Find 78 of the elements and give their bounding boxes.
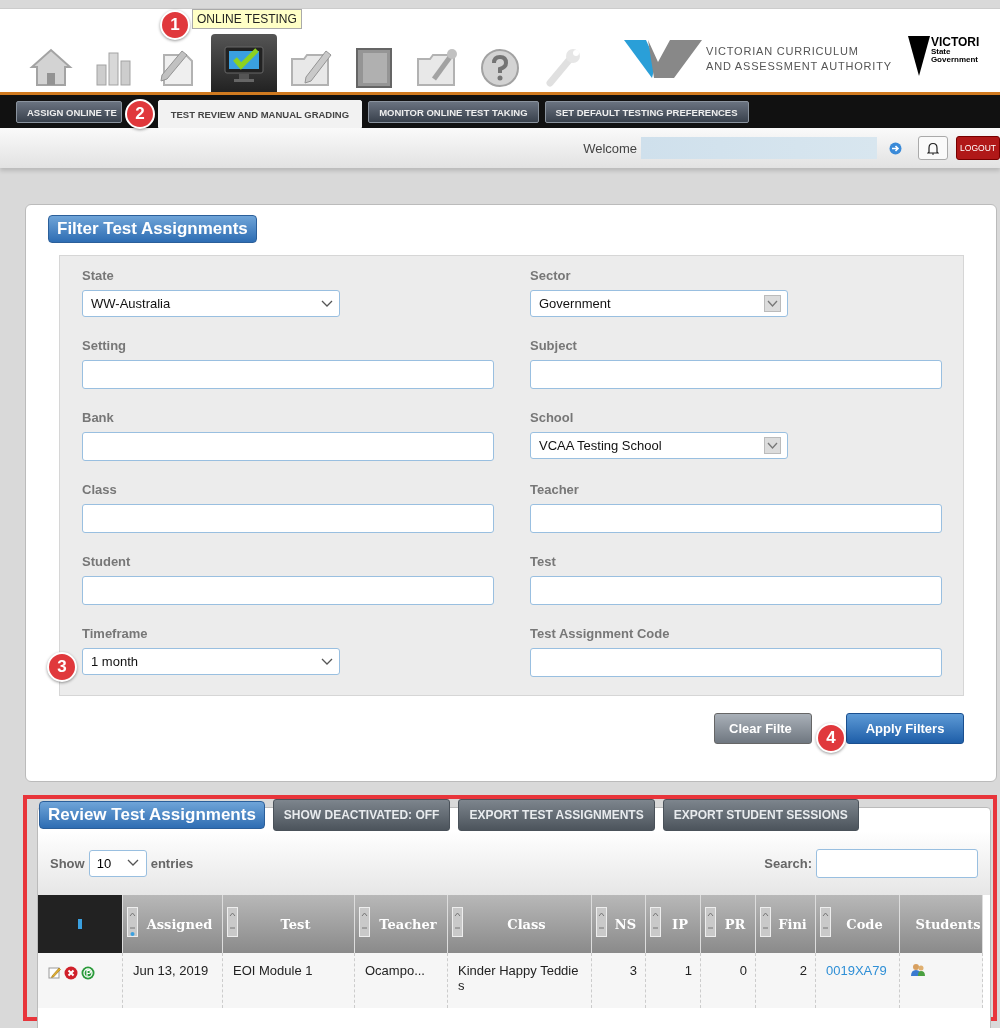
welcome-text: Welcome (583, 140, 638, 156)
panel-title: Review Test Assignments (39, 801, 265, 829)
users-icon[interactable] (910, 963, 926, 977)
search-field[interactable] (816, 848, 978, 878)
monitor-icon[interactable] (211, 34, 277, 92)
column-header: Students (900, 895, 983, 953)
table-cell: 0 (701, 953, 756, 1008)
page-size-dropdown[interactable]: 10 (88, 849, 147, 877)
field-label: State (82, 268, 115, 283)
text-field[interactable] (82, 576, 494, 605)
show-label: Show (50, 855, 85, 871)
dropdown[interactable]: WW-Australia (82, 290, 340, 317)
table-cell: EOI Module 1 (223, 953, 355, 1008)
text-field[interactable] (530, 360, 942, 389)
logo-text: State (930, 48, 952, 56)
code-link[interactable]: 0019XA79 (826, 963, 887, 978)
field-label: Test Assignment Code (530, 626, 671, 641)
field-label: Timeframe (82, 626, 149, 641)
dropdown[interactable]: VCAA Testing School (530, 432, 788, 459)
delete-icon[interactable] (64, 966, 78, 980)
arrow-circle-icon[interactable] (889, 141, 903, 155)
tab[interactable]: TEST REVIEW AND MANUAL GRADING (157, 100, 363, 128)
chevron-down-icon (321, 657, 333, 666)
entries-label: entries (150, 855, 194, 871)
column-header[interactable]: Assigned (123, 895, 223, 953)
apply-filters-button[interactable]: Apply Filters (846, 713, 964, 744)
table-cell: Jun 13, 2019 (123, 953, 223, 1008)
text-field[interactable] (82, 360, 494, 389)
dropdown[interactable]: 1 month (82, 648, 340, 675)
text-field[interactable] (530, 648, 942, 677)
table-cell: Ocampo... (355, 953, 448, 1008)
logo-text: VICTORI (930, 36, 980, 48)
dropdown[interactable]: Government (530, 290, 788, 317)
table-cell: 1 (646, 953, 701, 1008)
tooltip: ONLINE TESTING (192, 9, 302, 29)
field-label: Sector (530, 268, 572, 283)
logo-text: AND ASSESSMENT AUTHORITY (706, 59, 892, 74)
logo-text: VICTORIAN CURRICULUM (706, 44, 860, 59)
logout-button[interactable]: LOGOUT (956, 136, 1000, 160)
tab[interactable]: SET DEFAULT TESTING PREFERENCES (544, 101, 749, 123)
triangle-logo-icon (907, 36, 930, 76)
sort-marker-icon (78, 919, 82, 929)
text-field[interactable] (82, 504, 494, 533)
column-header[interactable]: Fini (756, 895, 816, 953)
field-label: Subject (530, 338, 578, 353)
column-header[interactable]: NS (592, 895, 646, 953)
column-header[interactable]: Code (816, 895, 900, 953)
edit-icon[interactable] (48, 966, 61, 979)
column-header[interactable]: PR (701, 895, 756, 953)
field-label: Test (530, 554, 557, 569)
field-label: Class (82, 482, 118, 497)
column-header[interactable]: Class (448, 895, 592, 953)
column-header[interactable]: IP (646, 895, 701, 953)
bell-icon (927, 141, 940, 155)
search-label: Search: (764, 855, 812, 871)
field-label: Student (82, 554, 132, 569)
column-header[interactable]: Teacher (355, 895, 448, 953)
chevron-down-icon (321, 299, 333, 308)
logo-text: Government (930, 56, 979, 64)
text-field[interactable] (82, 432, 494, 461)
table-cell: Kinder Happy Teddies (448, 953, 592, 1008)
tab[interactable]: ASSIGN ONLINE TE (16, 101, 122, 123)
field-label: School (530, 410, 575, 425)
vcaa-logo-icon (624, 38, 702, 80)
field-label: Setting (82, 338, 128, 353)
notifications-button[interactable] (918, 136, 949, 160)
text-field[interactable] (530, 576, 942, 605)
field-label: Teacher (530, 482, 580, 497)
table-cell: 3 (592, 953, 646, 1008)
table-cell: 2 (756, 953, 816, 1008)
p-circle-icon[interactable] (81, 966, 95, 980)
tab[interactable]: MONITOR ONLINE TEST TAKING (368, 101, 539, 123)
column-header[interactable]: Test (223, 895, 355, 953)
field-label: Bank (82, 410, 115, 425)
panel-title: Filter Test Assignments (48, 215, 257, 243)
chevron-down-icon (126, 859, 139, 867)
text-field[interactable] (530, 504, 942, 533)
clear-filters-button[interactable]: Clear Filte (714, 713, 812, 744)
